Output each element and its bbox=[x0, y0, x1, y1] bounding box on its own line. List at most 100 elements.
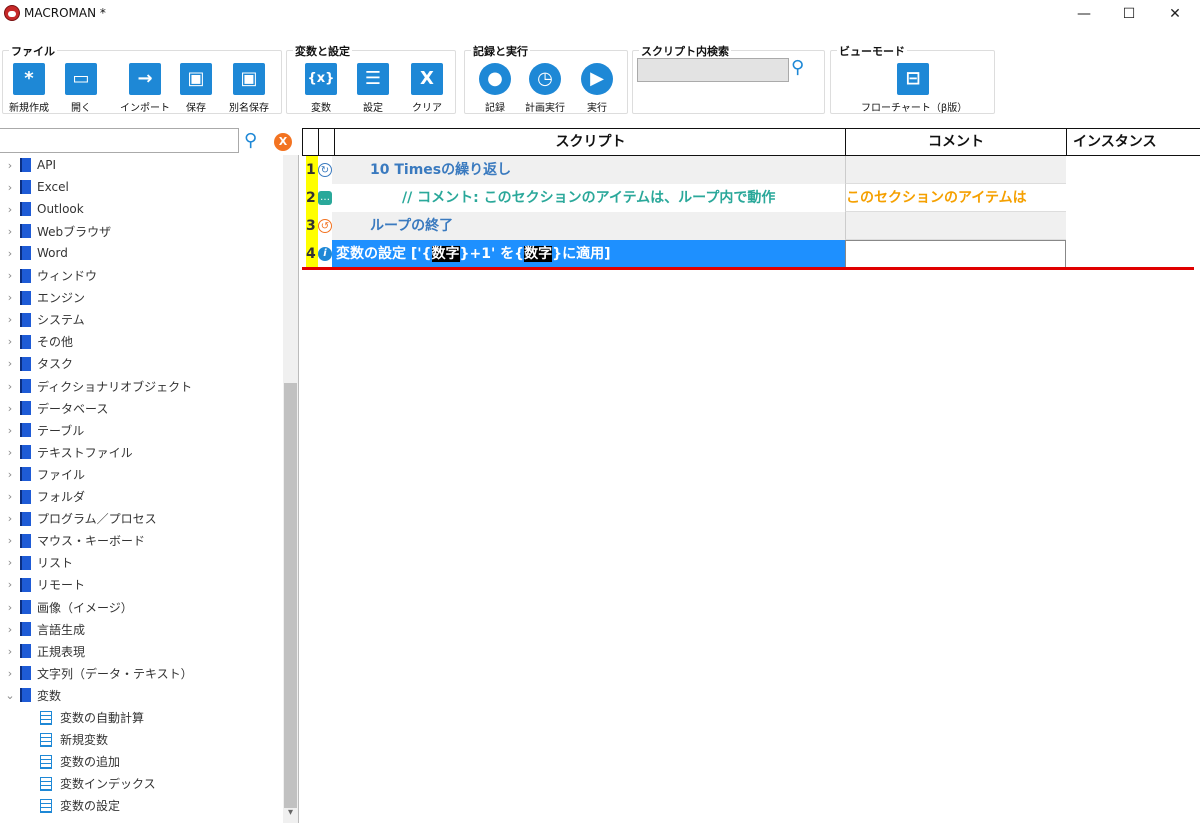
tree-category[interactable]: › フォルダ bbox=[0, 486, 85, 508]
run-button[interactable]: ▶ 実行 bbox=[571, 63, 623, 114]
chevron-right-icon[interactable]: › bbox=[0, 402, 20, 415]
tree-category[interactable]: › その他 bbox=[0, 331, 73, 353]
tree-category[interactable]: › ウィンドウ bbox=[0, 265, 97, 287]
maximize-button[interactable]: ☐ bbox=[1106, 0, 1152, 28]
tree-category[interactable]: › プログラム／プロセス bbox=[0, 508, 157, 530]
header-comment[interactable]: コメント bbox=[845, 129, 1066, 156]
schedule-button[interactable]: ◷ 計画実行 bbox=[519, 63, 571, 114]
chevron-right-icon[interactable]: › bbox=[0, 512, 20, 525]
variables-button[interactable]: {x} 変数 bbox=[295, 63, 347, 114]
tree-scrollbar[interactable]: ▾ bbox=[283, 155, 298, 823]
new-button[interactable]: * 新規作成 bbox=[3, 63, 55, 114]
tree-category[interactable]: › Outlook bbox=[0, 198, 84, 220]
tree-action-label: 新規変数 bbox=[60, 733, 109, 748]
import-button[interactable]: → インポート bbox=[115, 63, 175, 114]
chevron-right-icon[interactable]: › bbox=[0, 291, 20, 304]
chevron-right-icon[interactable]: › bbox=[0, 313, 20, 326]
tree-action[interactable]: 変数の設定 bbox=[40, 795, 120, 817]
comment-cell[interactable] bbox=[845, 156, 1066, 184]
comment-cell[interactable]: このセクションのアイテムは bbox=[845, 184, 1066, 212]
chevron-right-icon[interactable]: › bbox=[0, 181, 20, 194]
chevron-right-icon[interactable]: › bbox=[0, 269, 20, 282]
chevron-right-icon[interactable]: › bbox=[0, 225, 20, 238]
script-search-input[interactable] bbox=[637, 58, 789, 82]
tree-category[interactable]: › Word bbox=[0, 242, 68, 264]
minimize-button[interactable]: — bbox=[1061, 0, 1107, 28]
tree-category[interactable]: › 画像（イメージ） bbox=[0, 596, 133, 618]
tree-category[interactable]: › Webブラウザ bbox=[0, 220, 111, 242]
scroll-down-icon[interactable]: ▾ bbox=[283, 807, 298, 821]
tree-category-label: ディクショナリオブジェクト bbox=[37, 379, 193, 394]
chevron-right-icon[interactable]: › bbox=[0, 380, 20, 393]
script-row-2[interactable]: 2 … // コメント: このセクションのアイテムは、ループ内で動作 このセクシ… bbox=[302, 184, 1200, 212]
book-icon bbox=[20, 445, 31, 460]
clear-button[interactable]: X クリア bbox=[401, 63, 453, 114]
header-script[interactable]: スクリプト bbox=[334, 129, 846, 156]
save-as-label: 別名保存 bbox=[229, 103, 269, 114]
script-text: ループの終了 bbox=[332, 212, 845, 240]
settings-button[interactable]: ☰ 設定 bbox=[347, 63, 399, 114]
chevron-right-icon[interactable]: › bbox=[0, 335, 20, 348]
save-button[interactable]: ▣ 保存 bbox=[170, 63, 222, 114]
save-as-icon: ▣ bbox=[233, 63, 265, 95]
tree-action[interactable]: 変数の追加 bbox=[40, 751, 120, 773]
tree-action[interactable]: 変数インデックス bbox=[40, 773, 156, 795]
tree-category[interactable]: › 文字列（データ・テキスト） bbox=[0, 662, 193, 684]
chevron-right-icon[interactable]: › bbox=[0, 203, 20, 216]
tree-category[interactable]: › システム bbox=[0, 309, 85, 331]
chevron-down-icon[interactable]: ⌄ bbox=[0, 689, 20, 702]
chevron-right-icon[interactable]: › bbox=[0, 247, 20, 260]
chevron-right-icon[interactable]: › bbox=[0, 623, 20, 636]
script-row-1[interactable]: 1 ↻ 10 Timesの繰り返し bbox=[302, 156, 1200, 184]
comment-cell[interactable] bbox=[845, 212, 1066, 240]
save-as-button[interactable]: ▣ 別名保存 bbox=[223, 63, 275, 114]
tree-category[interactable]: › リスト bbox=[0, 552, 73, 574]
script-row-4[interactable]: 4 i 変数の設定 ['{数字}+1' を{数字}に適用] bbox=[302, 240, 1200, 268]
tree-search-icon[interactable]: ⚲ bbox=[244, 130, 257, 151]
tree-category[interactable]: › 正規表現 bbox=[0, 640, 85, 662]
record-button[interactable]: ● 記録 bbox=[469, 63, 521, 114]
script-grid: スクリプト コメント インスタンス 1 ↻ 10 Timesの繰り返し 2 … … bbox=[302, 128, 1200, 823]
tree-category[interactable]: › テーブル bbox=[0, 419, 84, 441]
script-row-3[interactable]: 3 ↺ ループの終了 bbox=[302, 212, 1200, 240]
tree-category[interactable]: › データベース bbox=[0, 397, 108, 419]
tree-category[interactable]: ⌄ 変数 bbox=[0, 684, 61, 706]
chevron-right-icon[interactable]: › bbox=[0, 424, 20, 437]
chevron-right-icon[interactable]: › bbox=[0, 667, 20, 680]
chevron-right-icon[interactable]: › bbox=[0, 490, 20, 503]
chevron-right-icon[interactable]: › bbox=[0, 446, 20, 459]
tree-category[interactable]: › テキストファイル bbox=[0, 441, 133, 463]
tree-category[interactable]: › エンジン bbox=[0, 287, 85, 309]
header-instance[interactable]: インスタンス bbox=[1066, 129, 1200, 156]
tree-category[interactable]: › マウス・キーボード bbox=[0, 530, 145, 552]
comment-icon: … bbox=[318, 191, 332, 205]
tree-clear-button[interactable]: X bbox=[274, 133, 292, 151]
tree-category[interactable]: › 言語生成 bbox=[0, 618, 85, 640]
open-label: 開く bbox=[71, 103, 91, 114]
chevron-right-icon[interactable]: › bbox=[0, 578, 20, 591]
tree-search-input[interactable] bbox=[0, 128, 239, 153]
tree-category[interactable]: › API bbox=[0, 155, 56, 176]
chevron-right-icon[interactable]: › bbox=[0, 645, 20, 658]
tree-category[interactable]: › リモート bbox=[0, 574, 85, 596]
chevron-right-icon[interactable]: › bbox=[0, 534, 20, 547]
close-button[interactable]: ✕ bbox=[1152, 0, 1198, 28]
scrollbar-thumb[interactable] bbox=[284, 383, 297, 808]
tree-action[interactable]: 変数の自動計算 bbox=[40, 707, 144, 729]
tree-action[interactable]: 新規変数 bbox=[40, 729, 108, 751]
tree-category[interactable]: › タスク bbox=[0, 353, 73, 375]
book-icon bbox=[20, 268, 31, 283]
chevron-right-icon[interactable]: › bbox=[0, 601, 20, 614]
tree-category-label: API bbox=[37, 158, 56, 172]
flowchart-button[interactable]: ⊟ フローチャート（β版） bbox=[861, 63, 967, 114]
open-button[interactable]: ▭ 開く bbox=[55, 63, 107, 114]
comment-cell-editing[interactable] bbox=[845, 240, 1066, 268]
search-icon[interactable]: ⚲ bbox=[791, 57, 815, 83]
tree-category[interactable]: › Excel bbox=[0, 176, 69, 198]
chevron-right-icon[interactable]: › bbox=[0, 159, 20, 172]
chevron-right-icon[interactable]: › bbox=[0, 556, 20, 569]
tree-category[interactable]: › ファイル bbox=[0, 463, 85, 485]
tree-category[interactable]: › ディクショナリオブジェクト bbox=[0, 375, 192, 397]
chevron-right-icon[interactable]: › bbox=[0, 468, 20, 481]
chevron-right-icon[interactable]: › bbox=[0, 357, 20, 370]
